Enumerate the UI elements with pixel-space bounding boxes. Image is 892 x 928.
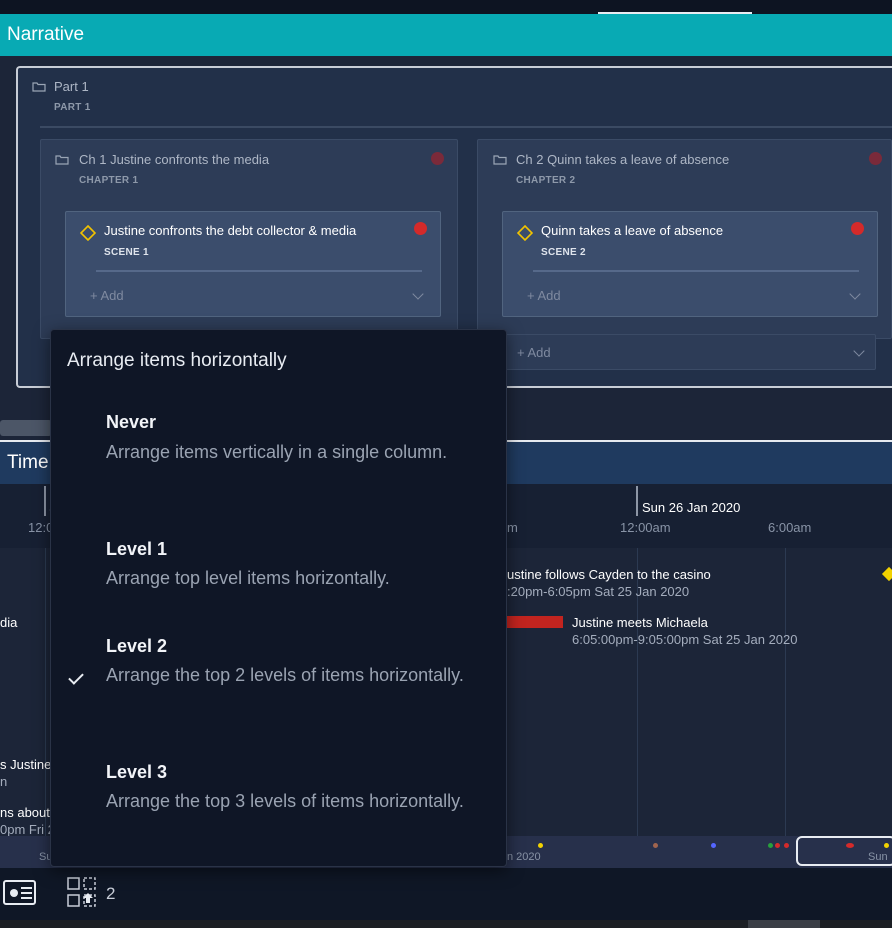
minimap-dot bbox=[538, 843, 543, 848]
top-tab-bar bbox=[0, 0, 892, 14]
option-name: Never bbox=[106, 412, 157, 432]
folder-icon bbox=[55, 155, 69, 165]
option-description: Arrange items vertically in a single col… bbox=[106, 442, 448, 462]
option-level-2[interactable]: Level 2 Arrange the top 2 levels of item… bbox=[51, 627, 506, 737]
event-title-cut[interactable]: s Justine bbox=[0, 757, 51, 772]
event-title-cut[interactable]: ns about bbox=[0, 805, 50, 820]
minimap-dot bbox=[884, 843, 889, 848]
folder-icon bbox=[32, 82, 46, 92]
add-button[interactable]: + Add bbox=[527, 288, 561, 303]
chapter-title[interactable]: Ch 2 Quinn takes a leave of absence bbox=[516, 152, 729, 167]
gridline bbox=[785, 548, 786, 836]
event-time: :20pm-6:05pm Sat 25 Jan 2020 bbox=[507, 584, 690, 599]
event-time-cut: 0pm Fri 2 bbox=[0, 822, 55, 837]
scene-status-dot[interactable] bbox=[851, 222, 864, 235]
event-time-cut: n bbox=[0, 774, 8, 789]
bottom-toolbar bbox=[0, 868, 892, 920]
option-name: Level 2 bbox=[106, 636, 168, 656]
day-marker bbox=[636, 486, 638, 516]
tick-label: m bbox=[507, 520, 518, 535]
scene-status-dot[interactable] bbox=[414, 222, 427, 235]
minimap-label: n 2020 bbox=[507, 851, 541, 863]
option-description: Arrange the top 3 levels of items horizo… bbox=[106, 791, 464, 811]
folder-icon bbox=[493, 155, 507, 165]
diamond-icon bbox=[80, 225, 96, 241]
selection-count: 2 bbox=[106, 884, 116, 903]
event-bar[interactable] bbox=[507, 616, 563, 628]
diamond-icon bbox=[517, 225, 533, 241]
minimap-dot bbox=[846, 843, 854, 848]
option-level-3[interactable]: Level 3 Arrange the top 3 levels of item… bbox=[51, 753, 506, 863]
chapter-status-dot[interactable] bbox=[869, 152, 882, 165]
option-never[interactable]: Never Arrange items vertically in a sing… bbox=[51, 400, 506, 510]
chapter-subtitle: CHAPTER 2 bbox=[516, 175, 576, 186]
scrollbar-thumb[interactable] bbox=[748, 920, 820, 928]
chevron-down-icon[interactable] bbox=[849, 288, 861, 300]
option-name: Level 3 bbox=[106, 762, 168, 782]
part-title[interactable]: Part 1 bbox=[54, 79, 89, 94]
chapter-subtitle: CHAPTER 1 bbox=[79, 175, 139, 186]
chevron-down-icon[interactable] bbox=[412, 288, 424, 300]
event-title[interactable]: ustine follows Cayden to the casino bbox=[507, 567, 711, 582]
chapter-status-dot[interactable] bbox=[431, 152, 444, 165]
gridline bbox=[45, 548, 46, 836]
chapter-title[interactable]: Ch 1 Justine confronts the media bbox=[79, 152, 269, 167]
select-items-icon[interactable] bbox=[66, 877, 100, 909]
part-divider bbox=[40, 126, 892, 128]
checkmark-icon bbox=[68, 669, 84, 685]
chevron-down-icon[interactable] bbox=[853, 345, 865, 357]
part-subtitle: PART 1 bbox=[54, 102, 91, 113]
scene-card-1[interactable]: Justine confronts the debt collector & m… bbox=[65, 211, 441, 317]
minimap-dot bbox=[775, 843, 780, 848]
day-marker bbox=[44, 486, 46, 516]
scene-divider bbox=[533, 270, 859, 272]
minimap-dot bbox=[768, 843, 773, 848]
minimap-dot bbox=[653, 843, 658, 848]
scene-title[interactable]: Justine confronts the debt collector & m… bbox=[104, 223, 356, 238]
option-description: Arrange top level items horizontally. bbox=[106, 568, 390, 588]
card-view-icon[interactable] bbox=[3, 880, 36, 905]
scene-card-2[interactable]: Quinn takes a leave of absence SCENE 2 +… bbox=[502, 211, 878, 317]
horizontal-scrollbar[interactable] bbox=[0, 420, 52, 436]
scene-subtitle: SCENE 2 bbox=[541, 247, 586, 258]
add-button[interactable]: + Add bbox=[90, 288, 124, 303]
tick-label: 6:00am bbox=[768, 520, 812, 535]
add-button[interactable]: + Add bbox=[517, 345, 551, 360]
event-time: 6:05:00pm-9:05:00pm Sat 25 Jan 2020 bbox=[572, 632, 798, 647]
arrange-horizontally-menu: Arrange items horizontally Never Arrange… bbox=[50, 329, 507, 867]
chapter-card-1[interactable]: Justine confronts the debt collector & m… bbox=[40, 139, 458, 339]
minimap-dot bbox=[711, 843, 716, 848]
option-name: Level 1 bbox=[106, 539, 168, 559]
chapter-card-2[interactable]: Quinn takes a leave of absence SCENE 2 +… bbox=[477, 139, 892, 339]
minimap-viewport[interactable] bbox=[796, 836, 892, 866]
part-add-row[interactable]: + Add bbox=[500, 334, 876, 370]
scene-subtitle: SCENE 1 bbox=[104, 247, 149, 258]
minimap-dot bbox=[784, 843, 789, 848]
scene-divider bbox=[96, 270, 422, 272]
event-title-cut[interactable]: dia bbox=[0, 615, 17, 630]
menu-title: Arrange items horizontally bbox=[67, 350, 287, 371]
option-description: Arrange the top 2 levels of items horizo… bbox=[106, 665, 464, 685]
date-label: Sun 26 Jan 2020 bbox=[642, 500, 741, 515]
narrative-panel-header[interactable]: Narrative bbox=[0, 14, 892, 56]
tick-label: 12:00am bbox=[620, 520, 671, 535]
bottom-scrollbar[interactable] bbox=[0, 920, 892, 928]
option-level-1[interactable]: Level 1 Arrange top level items horizont… bbox=[51, 530, 506, 610]
event-title[interactable]: Justine meets Michaela bbox=[572, 615, 708, 630]
scene-title[interactable]: Quinn takes a leave of absence bbox=[541, 223, 723, 238]
